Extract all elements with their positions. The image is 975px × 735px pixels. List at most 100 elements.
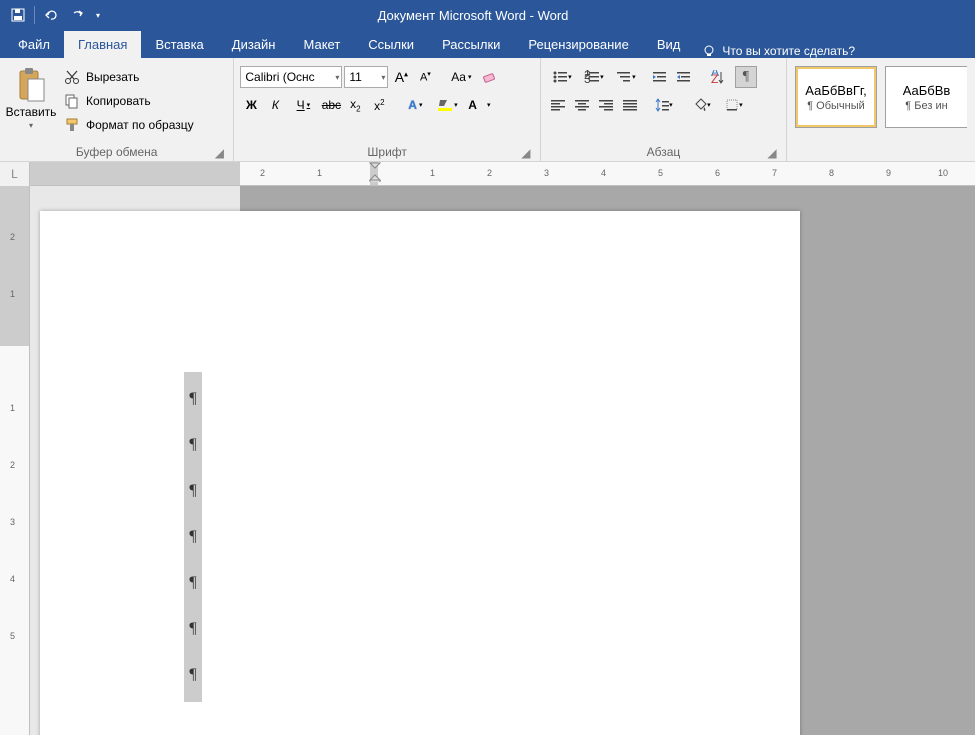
- workspace: 2 1 1 2 3 4 5 ¶ ¶ ¶ ¶ ¶ ¶ ¶: [0, 186, 975, 735]
- vertical-ruler[interactable]: 2 1 1 2 3 4 5: [0, 186, 30, 735]
- bold-button[interactable]: Ж: [240, 94, 262, 116]
- shading-button[interactable]: ▾: [687, 94, 717, 116]
- borders-button[interactable]: ▾: [719, 94, 749, 116]
- highlight-button[interactable]: ▾: [432, 94, 462, 116]
- qat-customize[interactable]: ▾: [91, 3, 105, 27]
- increase-indent-button[interactable]: [673, 66, 695, 88]
- pilcrow-mark[interactable]: ¶: [186, 514, 200, 560]
- paste-button[interactable]: Вставить ▾: [6, 62, 56, 134]
- font-size-select[interactable]: 11 ▾: [344, 66, 388, 88]
- copy-label: Копировать: [86, 94, 151, 108]
- tab-design[interactable]: Дизайн: [218, 31, 290, 58]
- qat-separator: [34, 6, 35, 24]
- pilcrow-mark[interactable]: ¶: [186, 376, 200, 422]
- decrease-indent-button[interactable]: [649, 66, 671, 88]
- paragraph-group-text: Абзац: [647, 145, 681, 159]
- pilcrow-mark[interactable]: ¶: [186, 468, 200, 514]
- tab-layout[interactable]: Макет: [289, 31, 354, 58]
- window-title: Документ Microsoft Word - Word: [111, 8, 835, 23]
- v-mark: 2: [10, 232, 15, 242]
- font-launcher[interactable]: ◢: [520, 147, 532, 159]
- style-no-spacing[interactable]: АаБбВв ¶ Без ин: [885, 66, 967, 128]
- styles-group-label: [793, 143, 969, 161]
- horizontal-ruler[interactable]: 2 1 1 2 3 4 5 6 7 8 9 10: [30, 162, 975, 185]
- bullets-button[interactable]: ▾: [547, 66, 577, 88]
- redo-button[interactable]: [65, 3, 89, 27]
- v-mark: 3: [10, 517, 15, 527]
- line-spacing-icon: [655, 98, 669, 112]
- align-center-button[interactable]: [571, 94, 593, 116]
- tab-view[interactable]: Вид: [643, 31, 695, 58]
- save-button[interactable]: [6, 3, 30, 27]
- tab-home[interactable]: Главная: [64, 31, 141, 58]
- document-canvas[interactable]: ¶ ¶ ¶ ¶ ¶ ¶ ¶: [30, 186, 975, 735]
- text-effects-button[interactable]: A▾: [400, 94, 430, 116]
- line-spacing-button[interactable]: ▾: [649, 94, 679, 116]
- undo-button[interactable]: [39, 3, 63, 27]
- bullets-icon: [552, 70, 568, 84]
- superscript-button[interactable]: x2: [368, 94, 390, 116]
- indent-marker-icon[interactable]: [369, 162, 381, 182]
- tab-references[interactable]: Ссылки: [354, 31, 428, 58]
- h-mark: 4: [601, 168, 606, 178]
- show-marks-button[interactable]: ¶: [735, 66, 757, 88]
- multilevel-button[interactable]: ▾: [611, 66, 641, 88]
- style-normal-preview: АаБбВвГг,: [805, 83, 866, 98]
- shrink-font-button[interactable]: A▾: [414, 66, 436, 88]
- pilcrow-mark[interactable]: ¶: [186, 560, 200, 606]
- paint-bucket-icon: [693, 98, 707, 112]
- pilcrow-mark[interactable]: ¶: [186, 422, 200, 468]
- page[interactable]: ¶ ¶ ¶ ¶ ¶ ¶ ¶: [40, 211, 800, 735]
- subscript-button[interactable]: x2: [344, 94, 366, 116]
- group-paragraph: ▾ 123▾ ▾ AZ ¶ ▾ ▾ ▾: [541, 58, 787, 161]
- redo-icon: [70, 8, 84, 22]
- italic-button[interactable]: К: [264, 94, 286, 116]
- underline-button[interactable]: Ч▾: [288, 94, 318, 116]
- format-painter-button[interactable]: Формат по образцу: [60, 114, 198, 136]
- copy-icon: [64, 93, 80, 109]
- group-styles: АаБбВвГг, ¶ Обычный АаБбВв ¶ Без ин: [787, 58, 975, 161]
- h-mark: 1: [430, 168, 435, 178]
- numbering-button[interactable]: 123▾: [579, 66, 609, 88]
- tell-me-label: Что вы хотите сделать?: [722, 44, 855, 58]
- outdent-icon: [652, 70, 668, 84]
- copy-button[interactable]: Копировать: [60, 90, 198, 112]
- paste-icon: [16, 67, 46, 103]
- tab-insert[interactable]: Вставка: [141, 31, 217, 58]
- eraser-icon: [481, 69, 497, 85]
- font-name-select[interactable]: Calibri (Оснс ▾: [240, 66, 342, 88]
- pilcrow-mark[interactable]: ¶: [186, 652, 200, 698]
- tab-review[interactable]: Рецензирование: [514, 31, 642, 58]
- v-mark: 2: [10, 460, 15, 470]
- clipboard-launcher[interactable]: ◢: [213, 147, 225, 159]
- multilevel-icon: [616, 70, 632, 84]
- tab-mailings[interactable]: Рассылки: [428, 31, 514, 58]
- h-mark: 9: [886, 168, 891, 178]
- align-right-icon: [599, 99, 613, 111]
- pilcrow-mark[interactable]: ¶: [186, 606, 200, 652]
- borders-icon: [725, 98, 739, 112]
- align-right-button[interactable]: [595, 94, 617, 116]
- align-left-icon: [551, 99, 565, 111]
- font-color-button[interactable]: A▾: [464, 94, 494, 116]
- paragraph-group-label: Абзац ◢: [547, 143, 780, 161]
- sort-button[interactable]: AZ: [703, 66, 733, 88]
- ruler-corner[interactable]: L: [0, 162, 30, 186]
- h-mark: 2: [260, 168, 265, 178]
- font-name-value: Calibri (Оснс: [245, 70, 314, 84]
- strike-button[interactable]: abc: [320, 94, 342, 116]
- tab-file[interactable]: Файл: [4, 31, 64, 58]
- h-mark: 8: [829, 168, 834, 178]
- style-normal[interactable]: АаБбВвГг, ¶ Обычный: [795, 66, 877, 128]
- change-case-button[interactable]: Aa▾: [446, 66, 476, 88]
- paragraph-launcher[interactable]: ◢: [766, 147, 778, 159]
- align-left-button[interactable]: [547, 94, 569, 116]
- grow-font-button[interactable]: A▴: [390, 66, 412, 88]
- title-bar: ▾ Документ Microsoft Word - Word: [0, 0, 975, 30]
- cut-button[interactable]: Вырезать: [60, 66, 198, 88]
- tell-me-search[interactable]: Что вы хотите сделать?: [694, 44, 863, 58]
- clear-formatting-button[interactable]: [478, 66, 500, 88]
- justify-button[interactable]: [619, 94, 641, 116]
- indent-icon: [676, 70, 692, 84]
- change-case-label: Aa: [451, 70, 466, 84]
